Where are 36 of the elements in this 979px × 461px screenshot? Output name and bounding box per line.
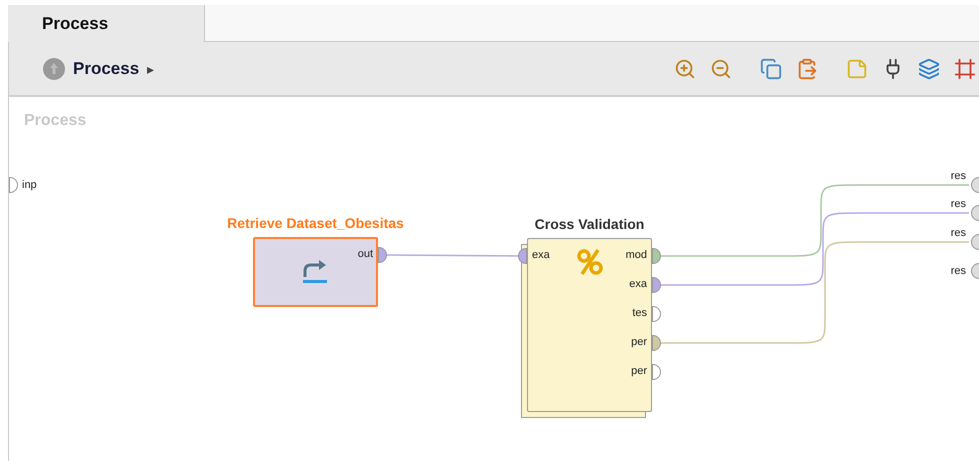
retrieve-arrow-icon [301,259,329,285]
retrieve-operator[interactable] [253,237,378,307]
layers-button[interactable] [917,56,941,80]
port-label: res [950,198,966,210]
port-label: per [631,365,647,377]
port-label: res [950,170,966,182]
port-label: exa [532,249,550,261]
input-port[interactable] [518,248,527,264]
port-label: mod [626,249,647,261]
output-port[interactable] [378,247,387,263]
breadcrumb-label[interactable]: Process [73,58,140,78]
port-label: res [950,227,966,239]
port-label: res [950,265,966,277]
port-label: out [358,248,373,260]
port-label: tes [632,307,647,319]
copy-button[interactable] [759,56,783,80]
result-port[interactable] [971,234,979,250]
input-port[interactable] [9,177,18,193]
port-label: inp [22,179,37,191]
process-tab[interactable]: Process [8,5,205,42]
port-label: exa [629,278,647,290]
result-port[interactable] [971,177,979,193]
output-port[interactable] [652,364,661,380]
result-port[interactable] [971,205,979,221]
percent-icon [577,248,603,276]
frame-button[interactable] [953,56,977,80]
output-port[interactable] [652,248,661,264]
output-port[interactable] [652,335,661,351]
output-port[interactable] [652,277,661,293]
validation-operator[interactable] [527,238,652,412]
port-label: per [631,336,647,348]
output-port[interactable] [652,306,661,322]
operator-title: Retrieve Dataset_Obesitas [227,215,404,231]
breadcrumb-arrow[interactable]: ▸ [147,60,154,76]
operator-title: Cross Validation [534,216,644,232]
result-port[interactable] [971,263,979,279]
